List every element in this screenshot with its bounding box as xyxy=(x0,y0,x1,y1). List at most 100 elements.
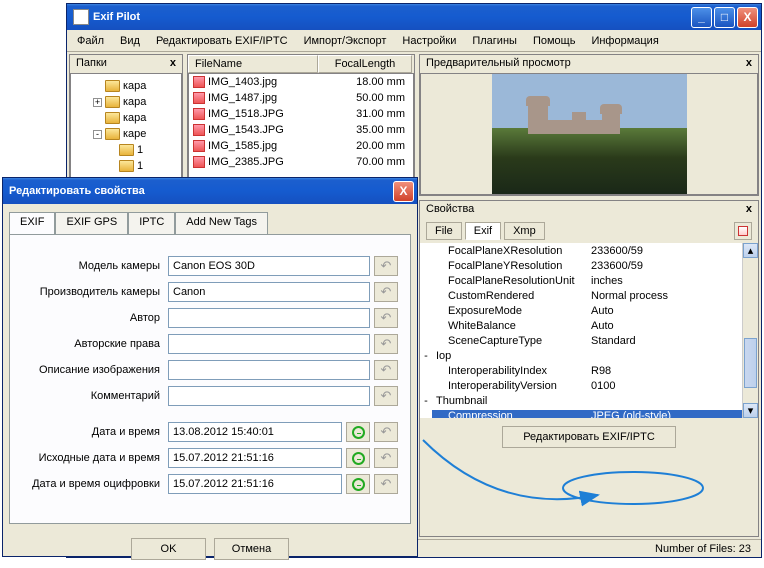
field-input[interactable] xyxy=(168,448,342,468)
scroll-thumb[interactable] xyxy=(744,338,757,388)
preview-panel: Предварительный просмотр x xyxy=(419,54,759,196)
file-row[interactable]: IMG_1487.jpg50.00 mm xyxy=(189,90,413,106)
main-titlebar[interactable]: Exif Pilot _ □ X xyxy=(67,4,761,30)
tree-item[interactable]: 1 xyxy=(73,158,179,174)
menu-plugins[interactable]: Плагины xyxy=(466,33,523,49)
undo-button[interactable] xyxy=(374,308,398,328)
file-row[interactable]: IMG_2385.JPG70.00 mm xyxy=(189,154,413,170)
clock-icon xyxy=(352,452,365,465)
field-input[interactable] xyxy=(168,422,342,442)
field-label: Исходные дата и время xyxy=(22,452,164,464)
property-row[interactable]: CompressionJPEG (old-style) xyxy=(420,408,758,418)
properties-options-button[interactable] xyxy=(734,222,752,240)
tab-xmp[interactable]: Xmp xyxy=(504,222,545,240)
cancel-button[interactable]: Отмена xyxy=(214,538,289,560)
jpg-icon xyxy=(193,140,205,152)
field-input[interactable] xyxy=(168,474,342,494)
undo-button[interactable] xyxy=(374,256,398,276)
edit-properties-dialog: Редактировать свойства X EXIF EXIF GPS I… xyxy=(2,177,418,557)
file-row[interactable]: IMG_1543.JPG35.00 mm xyxy=(189,122,413,138)
col-filename[interactable]: FileName xyxy=(188,55,318,73)
clock-icon xyxy=(352,426,365,439)
undo-button[interactable] xyxy=(374,334,398,354)
tree-item[interactable]: кара xyxy=(73,110,179,126)
preview-image xyxy=(492,74,687,194)
menu-edit-exif[interactable]: Редактировать EXIF/IPTC xyxy=(150,33,294,49)
properties-header: Свойства xyxy=(426,203,474,217)
tree-item[interactable]: +кара xyxy=(73,94,179,110)
tab-exif[interactable]: Exif xyxy=(465,222,501,240)
undo-button[interactable] xyxy=(374,282,398,302)
dialog-tab-exif[interactable]: EXIF xyxy=(9,212,55,234)
undo-button[interactable] xyxy=(374,360,398,380)
field-input[interactable] xyxy=(168,386,370,406)
property-row[interactable]: FocalPlaneXResolution233600/59 xyxy=(420,243,758,258)
folder-icon xyxy=(119,144,134,156)
file-row[interactable]: IMG_1518.JPG31.00 mm xyxy=(189,106,413,122)
property-row[interactable]: ExposureModeAuto xyxy=(420,303,758,318)
close-button[interactable]: X xyxy=(737,7,758,28)
folder-tree[interactable]: кара+каракара-каре11 xyxy=(70,73,182,193)
property-row[interactable]: -Thumbnail xyxy=(420,393,758,408)
field-label: Авторские права xyxy=(22,338,164,350)
tree-item[interactable]: 1 xyxy=(73,142,179,158)
preview-header: Предварительный просмотр xyxy=(426,57,571,71)
field-label: Модель камеры xyxy=(22,260,164,272)
property-row[interactable]: -Iop xyxy=(420,348,758,363)
file-row[interactable]: IMG_1585.jpg20.00 mm xyxy=(189,138,413,154)
dialog-titlebar[interactable]: Редактировать свойства X xyxy=(3,178,417,204)
field-label: Автор xyxy=(22,312,164,324)
tree-item[interactable]: кара xyxy=(73,78,179,94)
date-picker-button[interactable] xyxy=(346,474,370,494)
clock-icon xyxy=(352,478,365,491)
undo-button[interactable] xyxy=(374,386,398,406)
folders-close-icon[interactable]: x xyxy=(170,57,176,71)
dialog-tab-exif-gps[interactable]: EXIF GPS xyxy=(55,212,128,234)
menu-settings[interactable]: Настройки xyxy=(396,33,462,49)
form-row: Исходные дата и время xyxy=(22,445,398,471)
property-row[interactable]: FocalPlaneYResolution233600/59 xyxy=(420,258,758,273)
scrollbar-vertical[interactable]: ▴ ▾ xyxy=(742,243,758,418)
field-input[interactable] xyxy=(168,308,370,328)
col-focallength[interactable]: FocalLength xyxy=(318,55,412,73)
menu-view[interactable]: Вид xyxy=(114,33,146,49)
file-list[interactable]: IMG_1403.jpg18.00 mmIMG_1487.jpg50.00 mm… xyxy=(188,73,414,193)
undo-button[interactable] xyxy=(374,448,398,468)
form-row: Модель камеры xyxy=(22,253,398,279)
property-row[interactable]: InteroperabilityVersion0100 xyxy=(420,378,758,393)
menu-file[interactable]: Файл xyxy=(71,33,110,49)
edit-exif-button[interactable]: Редактировать EXIF/IPTC xyxy=(502,426,676,448)
folder-icon xyxy=(119,160,134,172)
property-row[interactable]: WhiteBalanceAuto xyxy=(420,318,758,333)
jpg-icon xyxy=(193,156,205,168)
properties-close-icon[interactable]: x xyxy=(746,203,752,217)
field-input[interactable] xyxy=(168,282,370,302)
property-row[interactable]: FocalPlaneResolutionUnitinches xyxy=(420,273,758,288)
file-row[interactable]: IMG_1403.jpg18.00 mm xyxy=(189,74,413,90)
menu-info[interactable]: Информация xyxy=(585,33,664,49)
minimize-button[interactable]: _ xyxy=(691,7,712,28)
property-row[interactable]: InteroperabilityIndexR98 xyxy=(420,363,758,378)
dialog-close-button[interactable]: X xyxy=(393,181,414,202)
folder-icon xyxy=(105,96,120,108)
maximize-button[interactable]: □ xyxy=(714,7,735,28)
undo-button[interactable] xyxy=(374,474,398,494)
ok-button[interactable]: OK xyxy=(131,538,206,560)
dialog-tab-iptc[interactable]: IPTC xyxy=(128,212,175,234)
tab-file[interactable]: File xyxy=(426,222,462,240)
field-input[interactable] xyxy=(168,334,370,354)
property-row[interactable]: CustomRenderedNormal process xyxy=(420,288,758,303)
undo-button[interactable] xyxy=(374,422,398,442)
preview-close-icon[interactable]: x xyxy=(746,57,752,71)
app-icon xyxy=(73,9,89,25)
dialog-tab-add-tags[interactable]: Add New Tags xyxy=(175,212,268,234)
tree-item[interactable]: -каре xyxy=(73,126,179,142)
properties-grid[interactable]: FocalPlaneXResolution233600/59FocalPlane… xyxy=(420,243,758,418)
menu-help[interactable]: Помощь xyxy=(527,33,582,49)
field-input[interactable] xyxy=(168,360,370,380)
menu-import-export[interactable]: Импорт/Экспорт xyxy=(298,33,393,49)
field-input[interactable] xyxy=(168,256,370,276)
date-picker-button[interactable] xyxy=(346,448,370,468)
date-picker-button[interactable] xyxy=(346,422,370,442)
property-row[interactable]: SceneCaptureTypeStandard xyxy=(420,333,758,348)
